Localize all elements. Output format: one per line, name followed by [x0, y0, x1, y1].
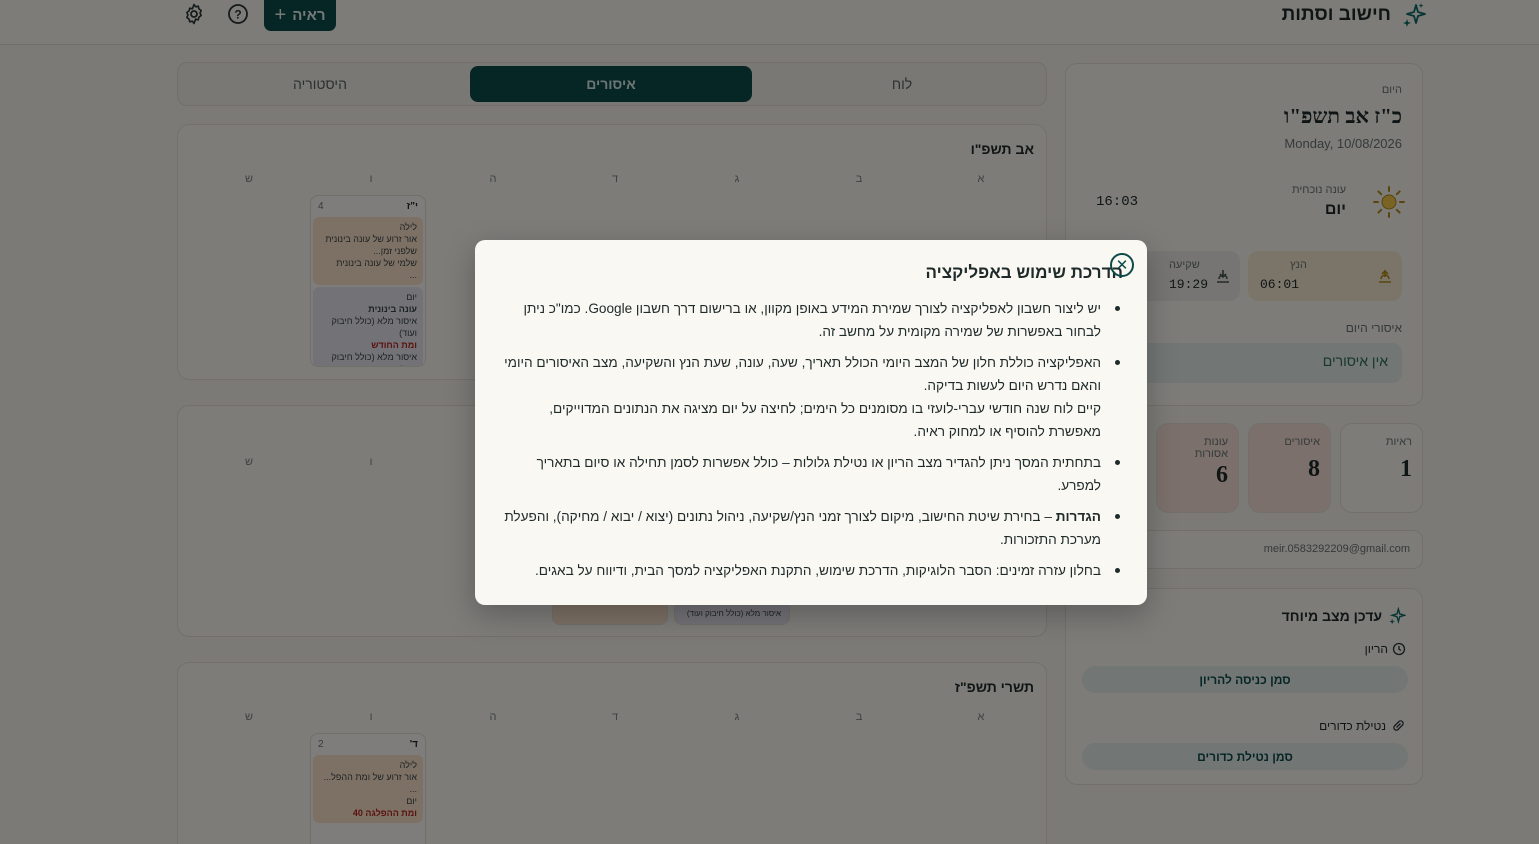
- modal-title: הדרכת שימוש באפליקציה: [925, 263, 1123, 282]
- close-icon[interactable]: ✕: [1110, 253, 1134, 277]
- list-item: האפליקציה כוללת חלון של המצב היומי הכולל…: [503, 351, 1123, 443]
- list-item: בתחתית המסך ניתן להגדיר מצב הריון או נטי…: [503, 451, 1123, 497]
- list-item: הגדרות – בחירת שיטת החישוב, מיקום לצורך …: [503, 505, 1123, 551]
- list-item: בחלון עזרה זמינים: הסבר הלוגיקות, הדרכת …: [503, 559, 1123, 582]
- help-modal: הדרכת שימוש באפליקציה ✕ יש ליצור חשבון ל…: [475, 240, 1147, 605]
- instructions-list: יש ליצור חשבון לאפליקציה לצורך שמירת המי…: [503, 297, 1123, 590]
- list-item: יש ליצור חשבון לאפליקציה לצורך שמירת המי…: [503, 297, 1123, 343]
